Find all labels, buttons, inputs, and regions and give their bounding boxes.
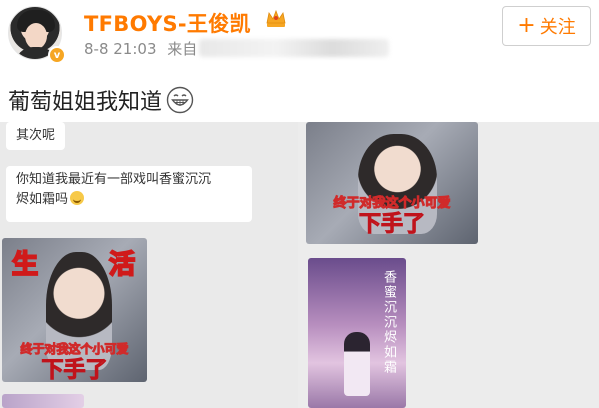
- grin-emoji-icon: [166, 86, 194, 114]
- drama-poster[interactable]: 香蜜沉沉烬如霜: [308, 258, 406, 408]
- follow-label: 关注: [539, 17, 576, 38]
- image-grid: 其次呢 你知道我最近有一部戏叫香蜜沉沉 烬如霜吗 生 活 终于对我这个小可爱 下…: [0, 122, 599, 408]
- poster-figure: [344, 332, 370, 396]
- user-name[interactable]: TFBOYS-王俊凯: [84, 8, 251, 38]
- chat-screenshot[interactable]: 其次呢 你知道我最近有一部戏叫香蜜沉沉 烬如霜吗 生 活 终于对我这个小可爱 下…: [0, 122, 298, 408]
- still-caption-big-right: 下手了: [358, 212, 425, 238]
- verified-badge-icon: v: [48, 46, 66, 64]
- chat-text-1: 其次呢: [16, 128, 56, 143]
- post-text: 葡萄姐姐我知道: [8, 84, 194, 116]
- chat-bubble-1: 其次呢: [6, 122, 66, 150]
- timestamp: 8-8 21:03: [84, 40, 157, 58]
- drama-still-partial[interactable]: [2, 394, 84, 408]
- drama-still-left[interactable]: 生 活 终于对我这个小可爱 下手了: [2, 238, 147, 382]
- still-title-1: 生: [11, 249, 39, 281]
- drama-still-right[interactable]: 终于对我这个小可爱 下手了: [306, 122, 478, 244]
- plus-icon: +: [517, 13, 536, 38]
- image-column-right: 终于对我这个小可爱 下手了 香蜜沉沉烬如霜: [298, 122, 599, 408]
- chat-text-2-line1: 你知道我最近有一部戏叫香蜜沉沉: [16, 172, 212, 187]
- avatar-face: [25, 23, 47, 49]
- crown-icon: [266, 9, 286, 27]
- post-meta: 8-8 21:03 来自: [84, 38, 390, 59]
- follow-button[interactable]: + 关注: [502, 6, 591, 46]
- smile-emoji-icon: [70, 191, 85, 205]
- blurred-source: [199, 39, 390, 57]
- poster-title: 香蜜沉沉烬如霜: [381, 270, 396, 375]
- post-text-content: 葡萄姐姐我知道: [8, 90, 163, 115]
- still-caption-big: 下手了: [41, 358, 108, 383]
- still-title-2: 活: [108, 249, 136, 281]
- chat-bubble-2: 你知道我最近有一部戏叫香蜜沉沉 烬如霜吗: [6, 166, 252, 222]
- source-prefix: 来自: [167, 40, 198, 58]
- chat-text-2-line2: 烬如霜吗: [16, 192, 69, 207]
